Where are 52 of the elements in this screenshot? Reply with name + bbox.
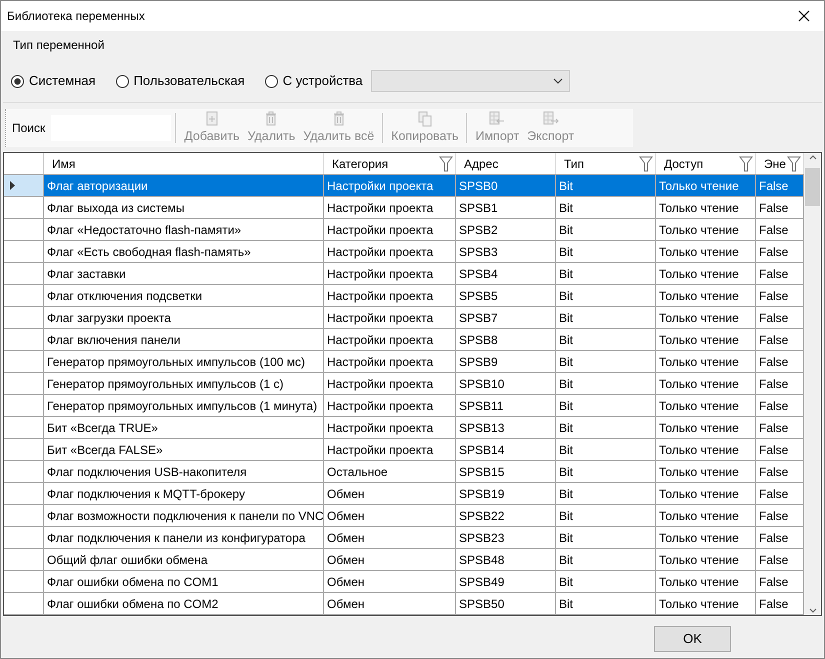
scrollbar-thumb[interactable]	[805, 168, 820, 206]
table-cell: Только чтение	[656, 285, 756, 306]
scroll-down-icon[interactable]	[808, 608, 816, 613]
table-cell: Только чтение	[656, 549, 756, 570]
scroll-up-icon[interactable]	[808, 155, 816, 160]
column-header[interactable]: Тип	[556, 153, 656, 174]
radio-label[interactable]: С устройства	[282, 71, 363, 91]
table-cell: Только чтение	[656, 197, 756, 218]
radio-button[interactable]	[264, 74, 278, 88]
table-cell: Только чтение	[656, 593, 756, 614]
table-cell: False	[756, 175, 804, 196]
row-header[interactable]	[4, 175, 44, 196]
radio-button[interactable]	[11, 74, 24, 88]
column-header[interactable]: Имя	[44, 153, 324, 174]
close-icon	[798, 10, 810, 22]
chevron-down-icon	[552, 78, 563, 84]
table-cell: Только чтение	[656, 175, 756, 196]
table-cell: SPSB0	[456, 175, 556, 196]
table-cell: Настройки проекта	[324, 175, 456, 196]
column-header[interactable]: Доступ	[656, 153, 756, 174]
table-cell: Только чтение	[656, 329, 756, 350]
table-cell: Только чтение	[656, 483, 756, 504]
table-cell: Только чтение	[656, 219, 756, 240]
table-cell: Только чтение	[656, 439, 756, 460]
column-header[interactable]: Категория	[324, 153, 456, 174]
table-cell: Только чтение	[656, 505, 756, 526]
radio-button[interactable]	[116, 74, 129, 88]
table-cell: Только чтение	[656, 373, 756, 394]
table-cell: Только чтение	[656, 307, 756, 328]
scrollbar[interactable]	[804, 153, 821, 615]
radio-label[interactable]: Системная	[29, 71, 96, 91]
search-label: Поиск	[11, 120, 46, 137]
row-pointer-icon	[10, 181, 15, 190]
table-cell: Флаг авторизации	[44, 175, 324, 196]
table-cell: Только чтение	[656, 263, 756, 284]
column-header[interactable]: Адрес	[456, 153, 556, 174]
filter-icon[interactable]	[439, 156, 453, 172]
table-cell: Только чтение	[656, 351, 756, 372]
group-label: Тип переменной	[12, 37, 106, 54]
table-cell: Только чтение	[656, 417, 756, 438]
filter-icon[interactable]	[639, 156, 653, 172]
table-cell: Только чтение	[656, 527, 756, 548]
filter-icon[interactable]	[739, 156, 753, 172]
window-title: Библиотека переменных	[7, 8, 145, 25]
filter-icon[interactable]	[787, 156, 801, 172]
table-cell: Только чтение	[656, 571, 756, 592]
radio-label[interactable]: Пользовательская	[134, 71, 245, 91]
table-cell: Только чтение	[656, 461, 756, 482]
table-cell: Bit	[556, 175, 656, 196]
table-cell: Только чтение	[656, 241, 756, 262]
table-cell: Только чтение	[656, 395, 756, 416]
ok-button[interactable]: OK	[654, 626, 731, 652]
